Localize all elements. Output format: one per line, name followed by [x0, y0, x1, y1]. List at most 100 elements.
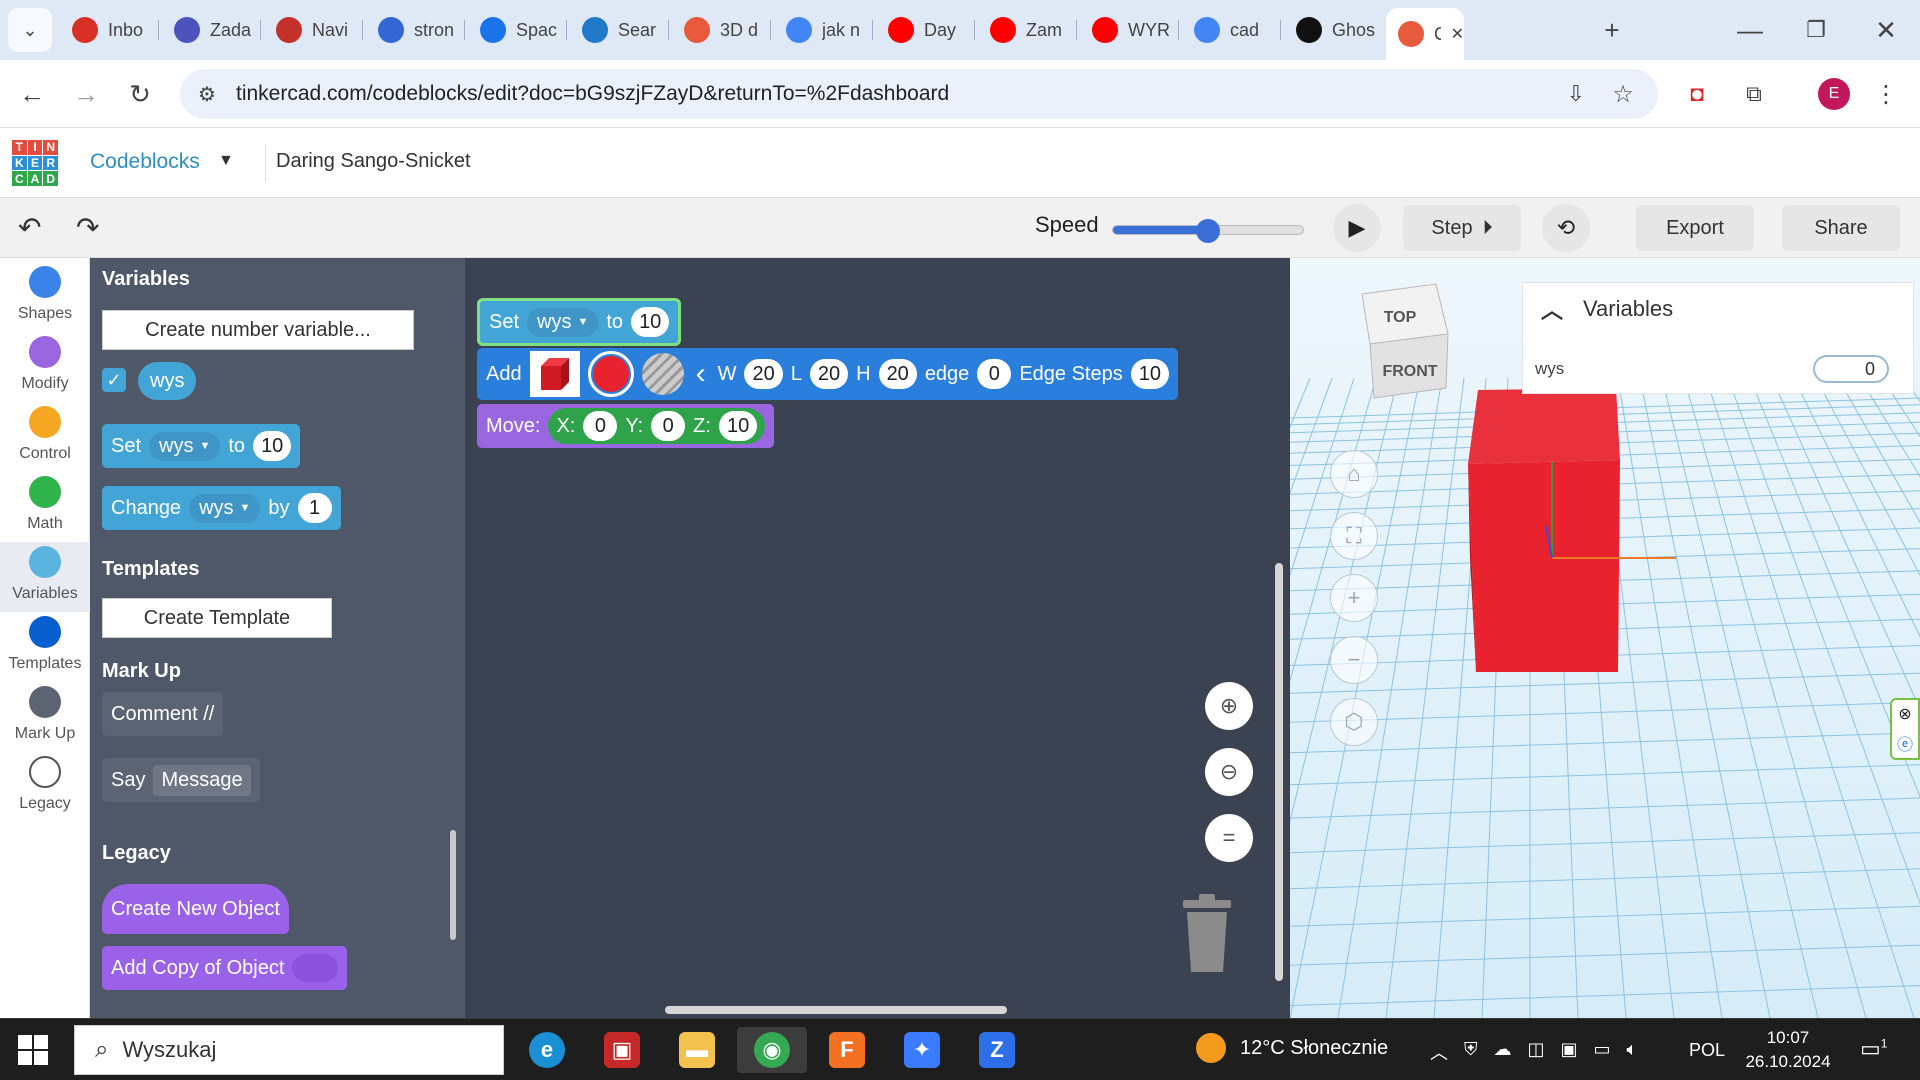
clock[interactable]: 10:07 26.10.2024 [1740, 1026, 1836, 1074]
browser-tab[interactable]: stron [366, 10, 462, 50]
code-workspace[interactable]: Set wys ▼ to 10 Add ‹ W 20 L 20 H 20 edge… [465, 258, 1290, 1018]
cube-front-face[interactable] [1468, 460, 1620, 672]
play-button[interactable]: ▶ [1333, 204, 1381, 252]
edge-app[interactable]: e [512, 1027, 582, 1073]
comment-block[interactable]: Comment // [102, 692, 224, 736]
category-control[interactable]: Control [0, 402, 90, 472]
copilot-app[interactable]: ✦ [887, 1027, 957, 1073]
extension-e-icon[interactable]: ⓔ [1897, 731, 1913, 755]
ws-variable-dropdown[interactable]: wys ▼ [527, 307, 599, 337]
close-icon[interactable]: ⊗ [1898, 704, 1911, 724]
browser-menu-icon[interactable]: ⋮ [1866, 74, 1906, 114]
variables-panel-header[interactable]: ︿ Variables [1523, 283, 1915, 335]
cloud-icon[interactable]: ☁ [1494, 1039, 1512, 1065]
shield-icon[interactable]: ⛨ [1464, 1039, 1478, 1065]
new-tab-button[interactable]: + [1592, 10, 1632, 50]
url-field[interactable]: ⚙ tinkercad.com/codeblocks/edit?doc=bG9s… [180, 69, 1658, 119]
variable-dropdown[interactable]: wys ▼ [189, 493, 261, 523]
windows-start-icon[interactable] [18, 1035, 48, 1065]
pocket-extension-icon[interactable]: ◘ [1677, 74, 1717, 114]
palette-scrollbar[interactable] [450, 830, 456, 940]
category-legacy[interactable]: Legacy [0, 752, 90, 822]
ws-set-variable-block[interactable]: Set wys ▼ to 10 [477, 298, 682, 346]
forward-icon[interactable]: → [66, 74, 106, 114]
export-button[interactable]: Export [1636, 205, 1754, 251]
browser-tab[interactable]: Sear [570, 10, 666, 50]
zoom-out-icon[interactable]: ⊖ [1205, 748, 1253, 796]
variable-reporter[interactable]: wys [138, 362, 197, 400]
hole-toggle-icon[interactable] [641, 353, 684, 395]
workspace-vertical-scrollbar[interactable] [1275, 563, 1283, 981]
taskbar-search[interactable]: ⌕ Wyszukaj [74, 1025, 504, 1075]
home-view-icon[interactable]: ⌂ [1330, 450, 1378, 498]
set-value-input[interactable]: 10 [253, 431, 292, 461]
trash-icon[interactable] [1177, 894, 1237, 974]
project-name[interactable]: Daring Sango-Snicket [276, 150, 471, 173]
category-mark-up[interactable]: Mark Up [0, 682, 90, 752]
profile-avatar[interactable]: E [1818, 78, 1850, 110]
extension-widget[interactable]: ⊗ ⓔ [1890, 698, 1920, 760]
view-cube[interactable]: TOP FRONT [1350, 278, 1460, 408]
browser-tab[interactable]: Ghos [1284, 10, 1380, 50]
browser-tab[interactable]: Inbo [60, 10, 156, 50]
battery-icon[interactable]: ▭ [1594, 1039, 1611, 1065]
z-input[interactable]: 10 [718, 411, 758, 441]
category-modify[interactable]: Modify [0, 332, 90, 402]
notifications-icon[interactable]: ▭1 [1860, 1036, 1887, 1062]
volume-icon[interactable]: 🔈︎ [1627, 1039, 1638, 1065]
create-new-object-block[interactable]: Create New Object [102, 884, 289, 934]
undo-icon[interactable]: ↶ [18, 211, 41, 244]
set-variable-block[interactable]: Set wys ▼ to 10 [102, 424, 301, 468]
object-slot[interactable] [292, 954, 339, 982]
h-input[interactable]: 20 [878, 359, 917, 389]
share-button[interactable]: Share [1782, 205, 1900, 251]
edge-input[interactable]: 0 [977, 359, 1012, 389]
l-input[interactable]: 20 [809, 359, 849, 389]
fit-view-icon[interactable]: ⛶ [1330, 512, 1378, 560]
speed-slider[interactable] [1112, 219, 1304, 243]
speed-slider-thumb[interactable] [1196, 219, 1220, 243]
create-template-button[interactable]: Create Template [102, 598, 332, 638]
back-icon[interactable]: ← [12, 74, 52, 114]
3d-viewer[interactable]: TOP FRONT ⌂ ⛶ + − ⬡ ︿ Variables wys 0 ⊗ … [1290, 258, 1920, 1018]
tray-chevron-up-icon[interactable]: ︿ [1430, 1039, 1448, 1065]
browser-tab[interactable]: Zada [162, 10, 258, 50]
variable-checkbox[interactable]: ✓ [102, 368, 126, 392]
browser-tab[interactable]: Day [876, 10, 972, 50]
display-icon[interactable]: ▣ [1561, 1039, 1578, 1065]
box-shape-thumbnail[interactable] [529, 351, 580, 397]
minimize-button[interactable]: — [1730, 10, 1770, 50]
reload-icon[interactable]: ↻ [120, 74, 160, 114]
tinkercad-logo[interactable]: TIN KER CAD [12, 140, 58, 186]
workspace-horizontal-scrollbar[interactable] [665, 1006, 1007, 1014]
file-explorer-app[interactable]: ▬ [662, 1027, 732, 1073]
maximize-button[interactable]: ❐ [1796, 10, 1836, 50]
w-input[interactable]: 20 [744, 359, 783, 389]
y-input[interactable]: 0 [651, 411, 686, 441]
ws-add-box-block[interactable]: Add ‹ W 20 L 20 H 20 edge 0 Edge Steps 1… [477, 348, 1178, 400]
close-tab-icon[interactable]: ✕ [1451, 24, 1464, 44]
extensions-puzzle-icon[interactable]: ⧉ [1734, 74, 1774, 114]
browser-tab[interactable]: jak n [774, 10, 870, 50]
zoom-in-icon[interactable]: ⊕ [1205, 682, 1253, 730]
fusion-app[interactable]: F [812, 1027, 882, 1073]
chevron-up-icon[interactable]: ︿ [1541, 293, 1563, 325]
change-variable-block[interactable]: Change wys ▼ by 1 [102, 486, 341, 530]
x-input[interactable]: 0 [583, 411, 618, 441]
zoom-reset-icon[interactable]: = [1205, 814, 1253, 862]
reset-button[interactable]: ⟲ [1542, 204, 1590, 252]
close-window-button[interactable]: ✕ [1866, 10, 1906, 50]
browser-tab[interactable]: Spac [468, 10, 564, 50]
browser-tab[interactable]: WYR [1080, 10, 1176, 50]
language-indicator[interactable]: POL [1689, 1040, 1725, 1061]
browser-tab[interactable]: Navi [264, 10, 360, 50]
zoom-app[interactable]: Z [962, 1027, 1032, 1073]
say-message[interactable]: Message [153, 764, 251, 796]
browser-tab[interactable]: C ✕ [1386, 8, 1464, 60]
chrome-app[interactable]: ◉ [737, 1027, 807, 1073]
category-templates[interactable]: Templates [0, 612, 90, 682]
tab-search-button[interactable]: ⌄ [8, 8, 52, 52]
collapse-arrow-icon[interactable]: ‹ [696, 357, 706, 391]
category-variables[interactable]: Variables [0, 542, 90, 612]
zoom-in-view-icon[interactable]: + [1330, 574, 1378, 622]
